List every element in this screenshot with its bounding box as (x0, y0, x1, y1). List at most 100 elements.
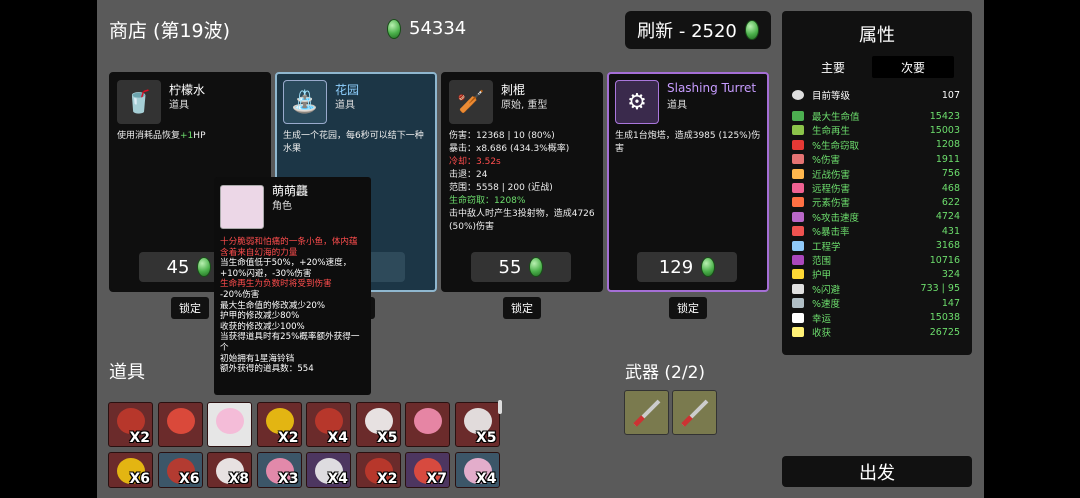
item-count: X4 (475, 471, 497, 487)
stat-row: 生命再生 15003 (792, 123, 960, 137)
stat-row: %攻击速度 4724 (792, 210, 960, 224)
spiked-club-icon: 🏏 (449, 80, 493, 124)
stat-value: 3168 (935, 240, 960, 252)
go-button[interactable]: 出发 (782, 456, 972, 487)
item-slot[interactable]: X4 (306, 452, 351, 488)
item-slot[interactable]: X4 (454, 452, 500, 488)
item-slot[interactable]: X2 (256, 402, 302, 447)
item-slot[interactable]: X5 (355, 402, 401, 447)
stat-value: 622 (941, 196, 960, 208)
stat-icon (792, 269, 804, 280)
material-icon (744, 20, 759, 40)
stat-label: %攻击速度 (812, 212, 860, 224)
shop-card-spiked-club[interactable]: 🏏 刺棍 原始, 重型 伤害：12368 | 10 (80%) 暴击：x8.68… (441, 72, 603, 292)
stat-icon (792, 283, 804, 294)
lock-button[interactable]: 锁定 (503, 297, 541, 319)
stat-icon (792, 125, 804, 136)
item-slot[interactable]: X5 (454, 402, 500, 447)
lock-button[interactable]: 锁定 (669, 297, 707, 319)
sword-icon (681, 399, 709, 427)
stat-value: 26725 (929, 326, 960, 338)
stat-label: 最大生命值 (812, 112, 860, 123)
stat-value: 15423 (929, 110, 960, 122)
item-count: X5 (376, 430, 398, 446)
buy-button[interactable]: 129 (637, 252, 737, 282)
stat-row: 近战伤害 756 (792, 167, 960, 181)
game-screen: 商店 (第19波) 54334 刷新 - 2520 🥤 柠檬水 道具 使用消耗品… (97, 0, 984, 498)
stat-icon (792, 226, 804, 237)
card-desc: 生成1台炮塔，造成3985 (125%)伤害 (615, 131, 761, 154)
material-icon (529, 257, 544, 277)
tooltip-body: 十分脆弱和怕痛的一条小鱼，体内蕴含着来自幻海的力量 当生命值低于50%，+20%… (220, 237, 360, 375)
refresh-button[interactable]: 刷新 - 2520 (625, 11, 771, 49)
stat-label: %速度 (812, 299, 841, 311)
stat-label: 范围 (812, 256, 832, 267)
item-slot[interactable]: X8 (207, 452, 252, 488)
tab-primary[interactable]: 主要 (792, 56, 874, 78)
material-icon (701, 257, 716, 277)
card-price: 45 (166, 256, 190, 278)
shop-card-slashing-turret[interactable]: ⚙ Slashing Turret 道具 生成1台炮塔，造成3985 (125%… (607, 72, 769, 292)
stat-row: %生命窃取 1208 (792, 138, 960, 152)
stats-title: 属性 (859, 25, 895, 46)
stat-label: 收获 (812, 328, 832, 339)
stat-row-level: 目前等级 107 (792, 88, 960, 102)
item-count: X2 (129, 430, 150, 446)
character-tooltip: 萌萌龘 角色 十分脆弱和怕痛的一条小鱼，体内蕴含着来自幻海的力量 当生命值低于5… (214, 177, 371, 395)
item-count: X2 (376, 471, 398, 487)
money-display: 54334 (387, 18, 466, 39)
stat-row: 最大生命值 15423 (792, 109, 960, 123)
stat-value: 733 | 95 (920, 283, 960, 295)
stat-icon (792, 183, 804, 193)
material-icon (197, 257, 212, 277)
stat-label: %生命窃取 (812, 140, 860, 152)
card-price: 55 (498, 256, 522, 278)
stat-label: 工程学 (812, 241, 841, 253)
stat-value: 15003 (929, 124, 960, 136)
item-slot[interactable]: X4 (306, 402, 351, 447)
item-slot[interactable]: X3 (256, 452, 302, 488)
item-count: X5 (475, 430, 497, 446)
stat-value: 4724 (935, 211, 960, 223)
item-count: X3 (277, 471, 299, 487)
tab-secondary[interactable]: 次要 (872, 56, 954, 78)
weapon-slot[interactable] (624, 390, 669, 435)
stat-value: 15038 (929, 312, 960, 324)
item-slot[interactable]: X2 (108, 402, 153, 447)
lock-button[interactable]: 锁定 (171, 297, 209, 319)
stat-icon (792, 154, 804, 165)
stat-value: 324 (941, 268, 960, 280)
item-slot[interactable]: X6 (157, 452, 203, 488)
item-count: X2 (277, 430, 299, 446)
item-slot[interactable] (405, 402, 450, 447)
item-slot[interactable]: X7 (405, 452, 450, 488)
stat-value: 1911 (935, 153, 960, 165)
card-desc: 使用消耗品恢复+1HP (117, 131, 206, 141)
stat-icon (792, 298, 804, 309)
stat-label: %闪避 (812, 284, 841, 296)
stat-row: 护甲 324 (792, 267, 960, 281)
card-price: 129 (658, 256, 694, 278)
card-desc: 生成一个花园，每6秒可以结下一种水果 (283, 131, 424, 154)
weapon-slot[interactable] (672, 390, 717, 435)
stat-icon (792, 197, 804, 208)
stat-row: %伤害 1911 (792, 152, 960, 166)
tooltip-type: 角色 (272, 201, 292, 212)
stat-icon (792, 211, 804, 222)
stat-label: 近战伤害 (812, 169, 851, 181)
item-slot[interactable] (207, 402, 252, 447)
buy-button[interactable]: 55 (471, 252, 571, 282)
stat-row: 范围 10716 (792, 253, 960, 267)
refresh-label: 刷新 - 2520 (637, 21, 737, 42)
stat-label: 生命再生 (812, 126, 851, 138)
item-count: X4 (327, 430, 348, 446)
stat-row: 幸运 15038 (792, 311, 960, 325)
stat-label: 幸运 (812, 313, 832, 325)
items-scrollbar[interactable] (498, 400, 502, 414)
item-slot[interactable]: X6 (108, 452, 153, 488)
stat-row: %速度 147 (792, 296, 960, 310)
card-type: 道具 (667, 100, 687, 111)
item-slot[interactable] (157, 402, 203, 447)
weapons-title: 武器 (2/2) (625, 363, 706, 383)
item-slot[interactable]: X2 (355, 452, 401, 488)
